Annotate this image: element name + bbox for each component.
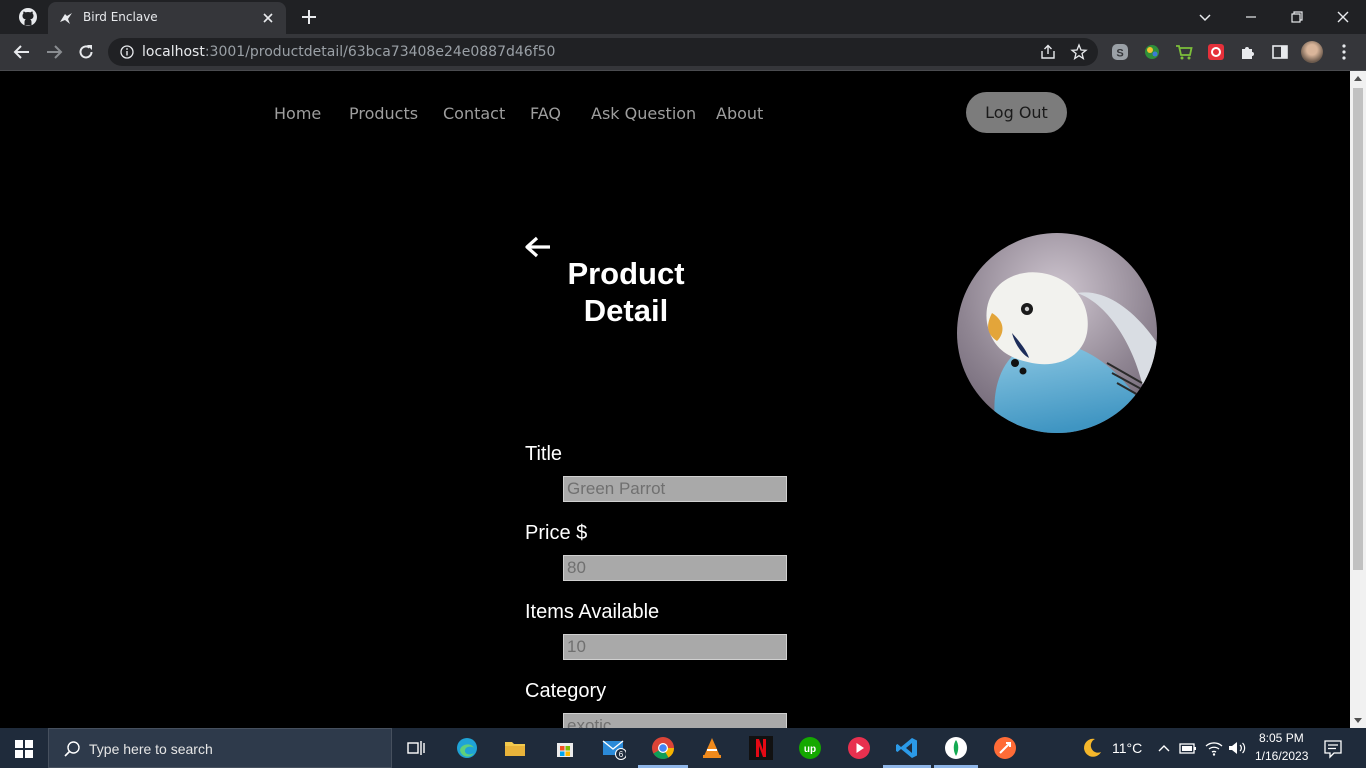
side-panel-icon[interactable] bbox=[1270, 42, 1290, 62]
back-icon[interactable] bbox=[12, 42, 32, 62]
category-label: Category bbox=[525, 680, 607, 702]
mail-icon[interactable]: 6 bbox=[602, 736, 626, 760]
url-text[interactable]: localhost:3001/productdetail/63bca73408e… bbox=[142, 44, 555, 60]
bookmark-star-icon[interactable] bbox=[1070, 43, 1088, 61]
weather-temp[interactable]: 11°C bbox=[1112, 740, 1142, 756]
mongodb-compass-icon[interactable] bbox=[944, 736, 968, 760]
extensions-puzzle-icon[interactable] bbox=[1238, 42, 1258, 62]
netflix-icon[interactable] bbox=[749, 736, 773, 760]
minimize-icon[interactable] bbox=[1240, 6, 1262, 28]
tray-chevron-icon[interactable] bbox=[1156, 736, 1172, 760]
restore-icon[interactable] bbox=[1286, 6, 1308, 28]
page-title: Product Detail bbox=[546, 255, 706, 329]
scroll-down-arrow-icon[interactable] bbox=[1354, 718, 1362, 723]
upwork-icon[interactable]: up bbox=[798, 736, 822, 760]
mail-badge: 6 bbox=[619, 750, 624, 759]
reload-icon[interactable] bbox=[76, 42, 96, 62]
profile-avatar[interactable] bbox=[1301, 41, 1323, 63]
items-available-label: Items Available bbox=[525, 601, 660, 623]
windows-start-icon[interactable] bbox=[15, 740, 33, 758]
battery-icon[interactable] bbox=[1178, 736, 1198, 760]
chrome-icon[interactable] bbox=[651, 736, 675, 760]
search-icon bbox=[64, 741, 80, 757]
address-bar[interactable]: localhost:3001/productdetail/63bca73408e… bbox=[108, 38, 1098, 66]
page-viewport: Home Products Contact FAQ Ask Question A… bbox=[0, 71, 1350, 728]
page-scrollbar[interactable] bbox=[1350, 71, 1366, 728]
vscode-icon[interactable] bbox=[895, 736, 919, 760]
forward-icon[interactable] bbox=[44, 42, 64, 62]
skype-extension-icon[interactable]: S bbox=[1110, 42, 1130, 62]
logout-button[interactable]: Log Out bbox=[966, 92, 1067, 133]
close-window-icon[interactable] bbox=[1332, 6, 1354, 28]
chrome-menu-icon[interactable] bbox=[1334, 42, 1354, 62]
task-view-icon[interactable] bbox=[404, 736, 428, 760]
clock-time[interactable]: 8:05 PM bbox=[1259, 731, 1304, 745]
new-tab-icon[interactable] bbox=[300, 8, 318, 26]
page-title-line-1: Product bbox=[567, 256, 685, 291]
nav-contact[interactable]: Contact bbox=[443, 104, 505, 123]
scroll-thumb[interactable] bbox=[1353, 88, 1363, 570]
tab-title: Bird Enclave bbox=[83, 10, 158, 24]
tab-search-chevron-icon[interactable] bbox=[1194, 6, 1216, 28]
items-available-input[interactable] bbox=[563, 634, 787, 660]
nav-ask-question[interactable]: Ask Question bbox=[591, 104, 696, 123]
price-label: Price $ bbox=[525, 522, 588, 544]
globe-extension-icon[interactable] bbox=[1142, 42, 1162, 62]
product-image bbox=[957, 233, 1157, 433]
clock-date[interactable]: 1/16/2023 bbox=[1255, 749, 1308, 763]
search-placeholder: Type here to search bbox=[89, 741, 213, 757]
vlc-icon[interactable] bbox=[700, 736, 724, 760]
red-extension-icon[interactable] bbox=[1206, 42, 1226, 62]
cart-extension-icon[interactable] bbox=[1174, 42, 1194, 62]
scroll-up-arrow-icon[interactable] bbox=[1354, 76, 1362, 81]
volume-icon[interactable] bbox=[1227, 736, 1247, 760]
title-label: Title bbox=[525, 443, 563, 465]
category-input[interactable] bbox=[563, 713, 787, 728]
price-input[interactable] bbox=[563, 555, 787, 581]
edge-icon[interactable] bbox=[455, 736, 479, 760]
site-info-icon[interactable] bbox=[120, 45, 134, 59]
svg-text:up: up bbox=[804, 744, 816, 755]
share-icon[interactable] bbox=[1039, 43, 1057, 61]
taskbar-search[interactable]: Type here to search bbox=[48, 728, 392, 768]
notification-center-icon[interactable] bbox=[1322, 736, 1344, 760]
file-explorer-icon[interactable] bbox=[503, 736, 527, 760]
github-icon[interactable] bbox=[18, 7, 38, 27]
nav-faq[interactable]: FAQ bbox=[530, 104, 561, 123]
windows-taskbar: Type here to search 6 up 11°C 8:05 PM 1/… bbox=[0, 728, 1366, 768]
browser-tab-active[interactable]: Bird Enclave bbox=[48, 2, 286, 34]
title-input[interactable] bbox=[563, 476, 787, 502]
page-title-line-2: Detail bbox=[583, 293, 669, 328]
weather-moon-icon bbox=[1084, 738, 1101, 757]
media-player-icon[interactable] bbox=[847, 736, 871, 760]
close-tab-icon[interactable] bbox=[260, 10, 276, 26]
nav-home[interactable]: Home bbox=[274, 104, 321, 123]
bird-favicon-icon bbox=[60, 13, 72, 24]
svg-text:S: S bbox=[1116, 48, 1123, 60]
nav-about[interactable]: About bbox=[716, 104, 763, 123]
postman-icon[interactable] bbox=[993, 736, 1017, 760]
store-icon[interactable] bbox=[553, 736, 577, 760]
nav-products[interactable]: Products bbox=[349, 104, 418, 123]
browser-tabbar: Bird Enclave bbox=[0, 0, 1366, 34]
wifi-icon[interactable] bbox=[1204, 736, 1224, 760]
